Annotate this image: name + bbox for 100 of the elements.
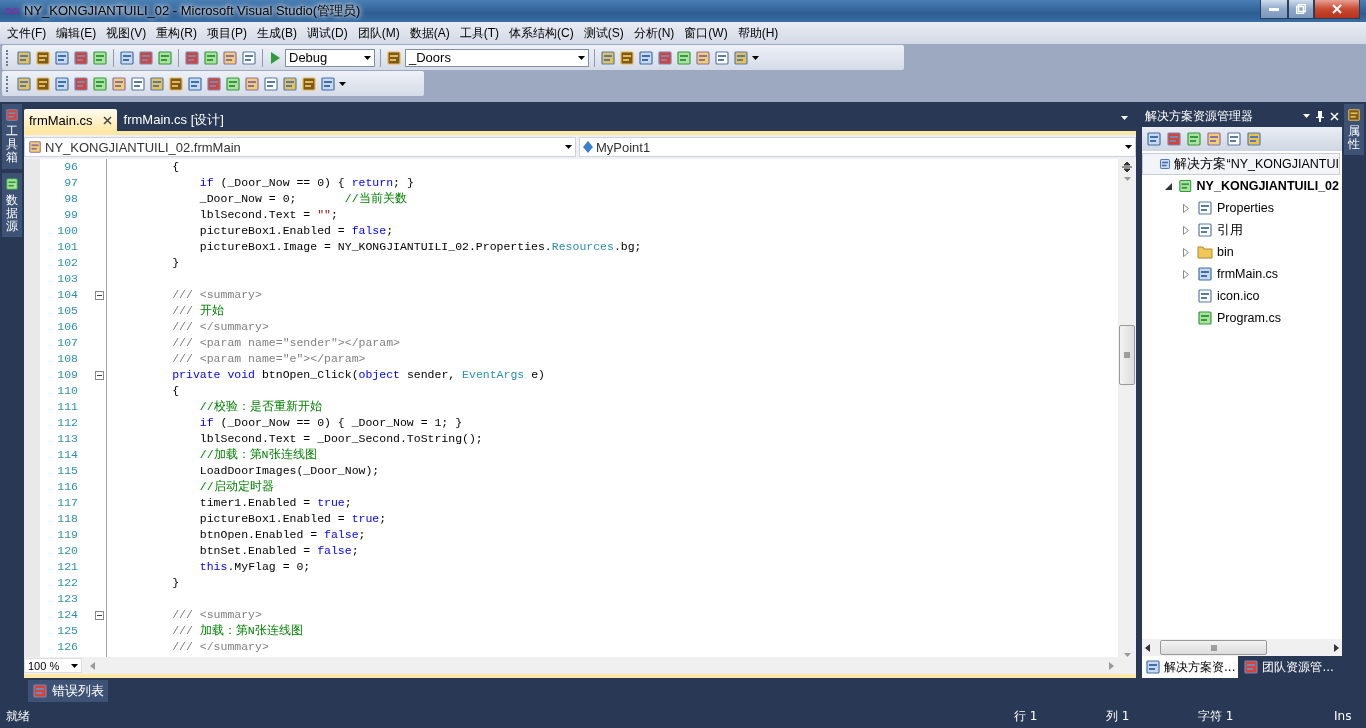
configuration-dropdown[interactable]: Debug: [285, 48, 375, 67]
menu-item[interactable]: 团队(M): [352, 24, 405, 42]
menu-item[interactable]: 测试(S): [578, 24, 629, 42]
line-number: 113: [56, 431, 79, 447]
error-list-tab[interactable]: 错误列表: [28, 680, 108, 702]
caret-icon: [752, 55, 759, 60]
document-tab[interactable]: frmMain.cs [设计]: [118, 109, 229, 131]
split-handle-icon[interactable]: [1121, 161, 1133, 173]
collapsed-arrow-icon[interactable]: [1183, 269, 1189, 279]
tree-item[interactable]: 解决方案“NY_KONGJIANTUI: [1142, 153, 1340, 175]
close-icon[interactable]: [102, 115, 112, 125]
menu-item[interactable]: 体系结构(C): [504, 24, 579, 42]
menu-item[interactable]: 视图(V): [101, 24, 152, 42]
side-tab[interactable]: 属性: [1344, 104, 1364, 156]
line-number: 126: [56, 639, 79, 655]
collapse-icon[interactable]: [94, 370, 104, 380]
app-logo-icon: [4, 6, 20, 16]
scrollbar-thumb[interactable]: [1119, 325, 1135, 385]
scroll-right-icon[interactable]: [1334, 643, 1339, 652]
line-number: 103: [56, 271, 79, 287]
caret-icon: [578, 55, 585, 60]
menu-item[interactable]: 编辑(E): [51, 24, 102, 42]
folder-icon: [1197, 245, 1213, 259]
menu-item[interactable]: 窗口(W): [679, 24, 733, 42]
panel-title: 解决方案资源管理器: [1145, 107, 1254, 125]
line-number: 105: [56, 303, 79, 319]
line-number: 111: [56, 399, 79, 415]
menu-item[interactable]: 数据(A): [404, 24, 455, 42]
line-number: 99: [63, 207, 79, 223]
status-column: 列 1: [1106, 707, 1198, 725]
zoom-dropdown[interactable]: 100 %: [24, 658, 82, 673]
line-number: 102: [56, 255, 79, 271]
restore-button[interactable]: [1288, 0, 1314, 19]
line-number: 112: [56, 415, 79, 431]
window-title: NY_KONGJIANTUILI_02 - Microsoft Visual Studio(管理员): [24, 2, 362, 20]
tree-item[interactable]: bin: [1142, 241, 1340, 263]
code-line: lblSecond.Text = _Door_Second.ToString();: [198, 432, 483, 445]
line-number: 106: [56, 319, 79, 335]
code-line: pictureBox1.Enabled = false;: [198, 224, 394, 237]
find-dropdown[interactable]: _Doors: [405, 48, 589, 67]
menu-item[interactable]: 文件(F): [2, 24, 52, 42]
line-number: 97: [63, 175, 79, 191]
menu-item[interactable]: 重构(R): [151, 24, 202, 42]
code-line: _Door_Now = 0; //当前关数: [198, 192, 407, 205]
line-number: 120: [56, 543, 79, 559]
code-line: }: [171, 576, 180, 589]
side-tab[interactable]: 数据源: [2, 172, 22, 238]
caret-icon: [1123, 177, 1131, 181]
line-number: 124: [56, 607, 79, 623]
line-number: 100: [56, 223, 79, 239]
tree-item[interactable]: 引用: [1142, 219, 1340, 241]
side-tab[interactable]: 工具箱: [2, 104, 22, 169]
code-line: LoadDoorImages(_Door_Now);: [198, 464, 380, 477]
tree-item[interactable]: icon.ico: [1142, 285, 1340, 307]
line-number: 114: [56, 447, 79, 463]
collapsed-arrow-icon[interactable]: [1183, 247, 1189, 257]
tree-item[interactable]: NY_KONGJIANTUILI_02: [1142, 175, 1340, 197]
document-tab[interactable]: frmMain.cs: [24, 109, 117, 131]
collapsed-arrow-icon[interactable]: [1183, 203, 1189, 213]
tree-item[interactable]: frmMain.cs: [1142, 263, 1340, 285]
code-line: /// <param name="e"></param>: [171, 352, 366, 365]
panel-tab[interactable]: 团队资源管...: [1240, 656, 1337, 678]
menu-item[interactable]: 生成(B): [252, 24, 302, 42]
line-number: 115: [56, 463, 79, 479]
code-line: pictureBox1.Enabled = true;: [198, 512, 387, 525]
member-dropdown[interactable]: MyPoint1: [579, 137, 1136, 157]
minimize-button[interactable]: [1260, 0, 1288, 19]
class-dropdown[interactable]: NY_KONGJIANTUILI_02.frmMain: [24, 137, 576, 157]
line-number: 110: [56, 383, 79, 399]
code-line: timer1.Enabled = true;: [198, 496, 352, 509]
menu-item[interactable]: 调试(D): [302, 24, 353, 42]
caret-icon: [1125, 145, 1132, 149]
menu-item[interactable]: 工具(T): [454, 24, 504, 42]
line-number: 118: [56, 511, 79, 527]
code-line: /// 加载：第N张连线图: [171, 624, 303, 637]
panel-tab[interactable]: 解决方案资...: [1142, 656, 1239, 678]
collapse-icon[interactable]: [94, 610, 104, 620]
expanded-arrow-icon[interactable]: [1165, 182, 1172, 190]
menu-item[interactable]: 分析(N): [628, 24, 680, 42]
menu-item[interactable]: 项目(P): [202, 24, 252, 42]
code-line: this.MyFlag = 0;: [198, 560, 311, 573]
play-icon[interactable]: [268, 49, 282, 66]
caret-icon: [565, 145, 572, 149]
code-line: pictureBox1.Image = NY_KONGJIANTUILI_02.Properties.Resources.bg;: [198, 240, 642, 253]
collapsed-arrow-icon[interactable]: [1183, 225, 1189, 235]
code-line: }: [171, 256, 180, 269]
code-line: if (_Door_Now == 0) { _Door_Now = 1; }: [198, 416, 463, 429]
scroll-left-icon[interactable]: [1145, 643, 1150, 652]
code-line: //加载：第N张连线图: [198, 448, 317, 461]
pin-icon[interactable]: [1316, 110, 1324, 122]
line-number: 123: [56, 591, 79, 607]
collapse-icon[interactable]: [94, 290, 104, 300]
member-icon: [583, 141, 593, 153]
scrollbar-thumb[interactable]: [1160, 640, 1267, 655]
line-number: 101: [56, 239, 79, 255]
close-button[interactable]: [1314, 0, 1360, 19]
menu-item[interactable]: 帮助(H): [732, 24, 784, 42]
tree-item[interactable]: Properties: [1142, 197, 1340, 219]
caret-icon: [71, 663, 78, 668]
tree-item[interactable]: Program.cs: [1142, 307, 1340, 329]
